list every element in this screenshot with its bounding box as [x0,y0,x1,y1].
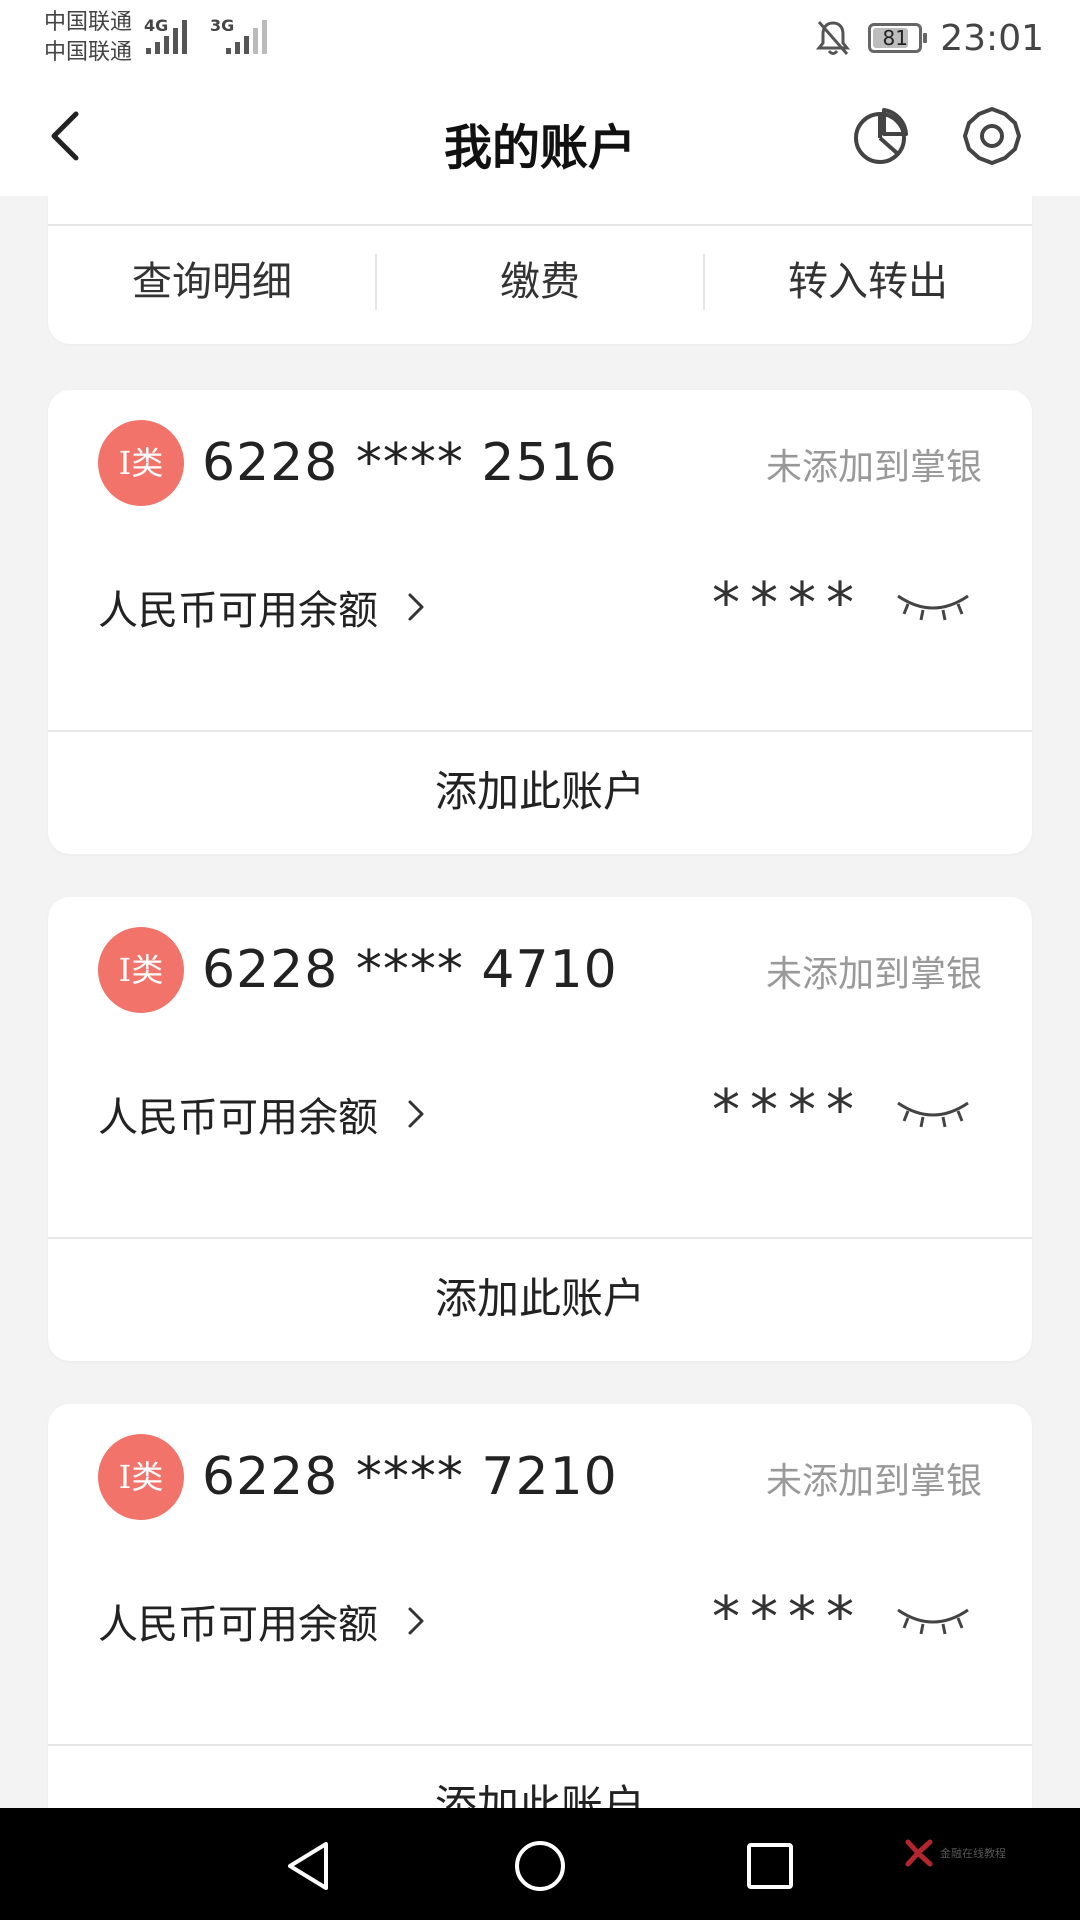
settings-button[interactable] [962,106,1022,166]
pay-bills-button[interactable]: 缴费 [376,252,704,312]
watermark-text: 金融在线教程 [940,1847,1006,1860]
masked-balance: **** [712,1078,864,1143]
battery-level: 81 [882,26,908,50]
title-bar: 我的账户 [0,78,1080,196]
add-account-button[interactable]: 添加此账户 [48,760,1032,824]
gear-icon [963,107,1021,165]
account-actions-card: 查询明细 缴费 转入转出 [48,196,1032,344]
add-account-button[interactable]: 添加此账户 [48,1267,1032,1331]
chevron-right-icon [408,1100,424,1128]
clock: 23:01 [940,17,1044,59]
status-bar: 中国联通 中国联通 4G 3G 81 23:01 [0,0,1080,78]
account-card: I类 6228 **** 7210 未添加到掌银 人民币可用余额 **** 添加… [48,1404,1032,1868]
eye-closed-icon[interactable] [894,1093,972,1133]
carrier-1: 中国联通 [44,10,133,35]
pie-chart-icon [854,108,908,164]
bell-off-icon [816,21,851,55]
signal-strength-1-icon [146,18,187,54]
action-separator [703,254,705,310]
account-type-badge: I类 [98,927,184,1013]
chevron-right-icon [408,593,424,621]
account-card: I类 6228 **** 4710 未添加到掌银 人民币可用余额 **** 添加… [48,897,1032,1361]
eye-closed-icon[interactable] [894,1600,972,1640]
balance-link[interactable]: 人民币可用余额 [98,1592,428,1650]
divider [48,1237,1032,1239]
watermark: 金融在线教程 [904,1838,1006,1868]
action-row: 查询明细 缴费 转入转出 [48,252,1032,312]
balance-link[interactable]: 人民币可用余额 [98,578,428,636]
nav-home-icon[interactable] [510,1836,570,1896]
query-details-button[interactable]: 查询明细 [48,252,376,312]
account-type-badge: I类 [98,1434,184,1520]
balance-label: 人民币可用余额 [98,1095,378,1141]
nav-recents-icon[interactable] [740,1836,800,1896]
balance-label: 人民币可用余额 [98,588,378,634]
card-status: 未添加到掌银 [765,447,982,488]
card-number: 6228 **** 2516 [202,433,618,493]
card-status: 未添加到掌银 [765,954,982,995]
battery-icon: 81 [868,23,928,53]
card-number: 6228 **** 7210 [202,1447,618,1507]
eye-closed-icon[interactable] [894,586,972,626]
action-separator [375,254,377,310]
divider [48,1744,1032,1746]
card-number: 6228 **** 4710 [202,940,618,1000]
account-card: I类 6228 **** 2516 未添加到掌银 人民币可用余额 **** 添加… [48,390,1032,854]
chevron-right-icon [408,1607,424,1635]
balance-link[interactable]: 人民币可用余额 [98,1085,428,1143]
nav-back-icon[interactable] [280,1836,340,1896]
card-status: 未添加到掌银 [765,1461,982,1502]
balance-label: 人民币可用余额 [98,1602,378,1648]
carrier-2: 中国联通 [44,40,133,65]
masked-balance: **** [712,1585,864,1650]
statistics-button[interactable] [850,106,910,166]
masked-balance: **** [712,571,864,636]
signal-strength-2-icon [226,18,267,54]
account-type-badge: I类 [98,420,184,506]
transfer-button[interactable]: 转入转出 [704,252,1032,312]
page-title: 我的账户 [443,120,636,176]
divider [48,730,1032,732]
watermark-logo-icon [905,1839,933,1867]
divider [48,224,1032,226]
